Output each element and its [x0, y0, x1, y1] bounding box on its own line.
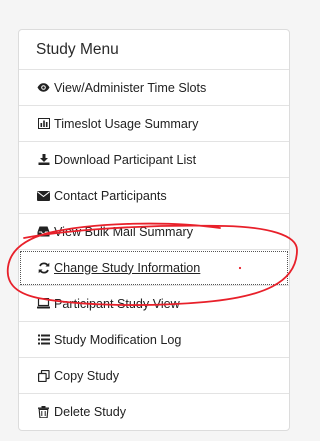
bar-chart-icon	[37, 118, 50, 130]
laptop-icon	[37, 298, 50, 310]
menu-item-delete-study[interactable]: Delete Study	[19, 394, 289, 430]
trash-icon	[37, 406, 50, 418]
refresh-icon	[37, 261, 50, 274]
envelope-icon	[37, 190, 50, 202]
menu-item-copy-study[interactable]: Copy Study	[19, 358, 289, 394]
menu-item-label: Contact Participants	[54, 188, 167, 203]
inbox-icon	[37, 226, 50, 238]
menu-item-participant-study-view[interactable]: Participant Study View	[19, 286, 289, 322]
download-icon	[37, 154, 50, 166]
menu-item-label: Copy Study	[54, 368, 120, 383]
menu-item-label: Timeslot Usage Summary	[54, 116, 199, 131]
menu-item-label: Study Modification Log	[54, 332, 182, 347]
menu-item-change-study-information[interactable]: Change Study Information	[19, 250, 289, 286]
menu-item-contact-participants[interactable]: Contact Participants	[19, 178, 289, 214]
menu-item-timeslot-usage-summary[interactable]: Timeslot Usage Summary	[19, 106, 289, 142]
menu-item-label: View/Administer Time Slots	[54, 80, 207, 95]
menu-item-label: View Bulk Mail Summary	[54, 224, 194, 239]
menu-item-study-modification-log[interactable]: Study Modification Log	[19, 322, 289, 358]
study-menu-title: Study Menu	[19, 30, 289, 70]
menu-item-label: Participant Study View	[54, 296, 180, 311]
menu-item-view-bulk-mail-summary[interactable]: View Bulk Mail Summary	[19, 214, 289, 250]
menu-item-label: Change Study Information	[54, 260, 201, 275]
menu-item-download-participant-list[interactable]: Download Participant List	[19, 142, 289, 178]
menu-item-view-administer-time-slots[interactable]: View/Administer Time Slots	[19, 70, 289, 106]
list-icon	[37, 334, 50, 346]
study-menu-panel: Study Menu View/Administer Time Slots Ti…	[18, 29, 290, 431]
menu-item-label: Delete Study	[54, 405, 127, 419]
copy-icon	[37, 369, 50, 382]
eye-icon	[37, 82, 50, 94]
menu-item-label: Download Participant List	[54, 152, 197, 167]
